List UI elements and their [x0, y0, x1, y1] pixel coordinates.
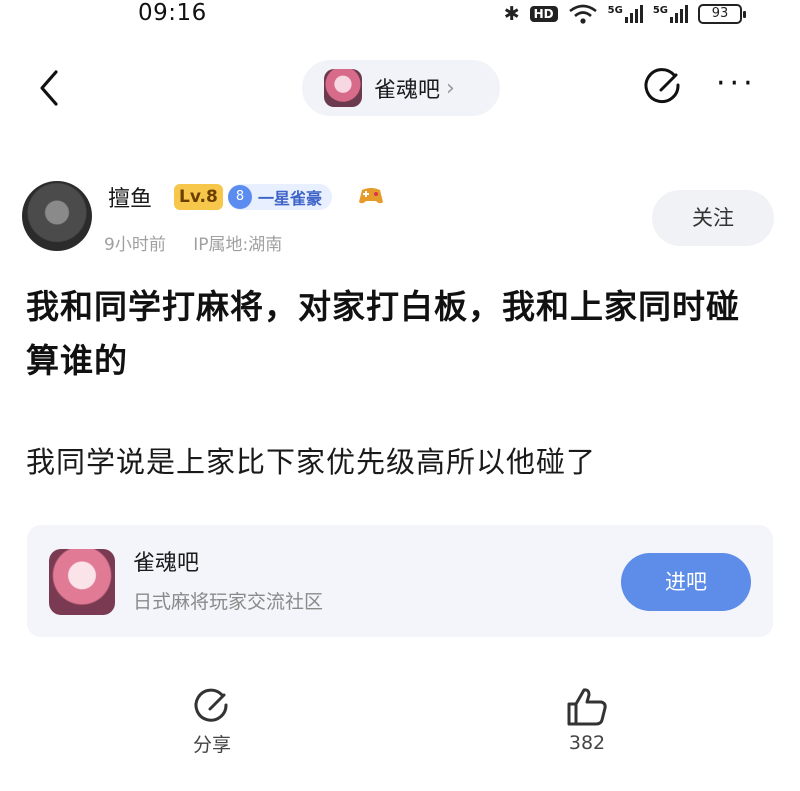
edit-button[interactable]: [644, 67, 684, 107]
forum-card-avatar: [49, 549, 115, 615]
chevron-left-icon: [40, 70, 58, 106]
status-icons: ✱ HD 5G 5G 93: [503, 3, 746, 25]
share-label: 分享: [192, 734, 231, 756]
wifi-icon: [568, 4, 597, 24]
like-button[interactable]: 382: [537, 686, 637, 754]
forum-pill-button[interactable]: 雀魂吧 ›: [302, 60, 500, 116]
follow-button[interactable]: 关注: [652, 190, 774, 246]
ip-location: IP属地:湖南: [193, 235, 283, 255]
more-dots-icon: ···: [716, 66, 757, 101]
post-time: 9小时前: [104, 235, 166, 255]
post-body: 我同学说是上家比下家优先级高所以他碰了: [26, 445, 597, 479]
edit-icon: [644, 68, 680, 104]
forum-card[interactable]: 雀魂吧 日式麻将玩家交流社区 进吧: [27, 525, 773, 637]
signal-icon-1: 5G: [608, 5, 643, 23]
chevron-right-icon: ›: [446, 75, 455, 101]
bluetooth-icon: ✱: [503, 3, 520, 25]
like-count: 382: [568, 732, 606, 754]
author-name[interactable]: 擅鱼: [108, 181, 152, 213]
post-title: 我和同学打麻将，对家打白板，我和上家同时碰算谁的: [26, 287, 740, 380]
author-avatar[interactable]: [22, 181, 92, 251]
post-meta: 9小时前 IP属地:湖南: [104, 230, 304, 255]
thumbs-up-icon: [567, 688, 607, 726]
share-button[interactable]: 分享: [162, 686, 262, 757]
enter-forum-button[interactable]: 进吧: [621, 553, 751, 611]
battery-icon: 93: [698, 4, 746, 24]
rank-number: 8: [228, 185, 252, 209]
more-button[interactable]: ···: [716, 69, 757, 99]
forum-avatar: [324, 69, 362, 107]
rank-badge: 8 一星雀豪: [228, 184, 333, 210]
share-icon: [194, 688, 228, 722]
back-button[interactable]: [34, 66, 64, 110]
level-badge: Lv.8: [174, 184, 223, 210]
status-bar: 09:16 ✱ HD 5G 5G 93: [0, 0, 800, 32]
forum-card-name: 雀魂吧: [133, 551, 200, 576]
gamepad-icon: [358, 186, 384, 211]
signal-icon-2: 5G: [653, 5, 688, 23]
hd-voice-icon: HD: [529, 6, 558, 22]
forum-card-description: 日式麻将玩家交流社区: [133, 591, 324, 613]
forum-name: 雀魂吧: [374, 78, 441, 103]
rank-label: 一星雀豪: [258, 189, 323, 208]
status-time: 09:16: [138, 0, 207, 26]
